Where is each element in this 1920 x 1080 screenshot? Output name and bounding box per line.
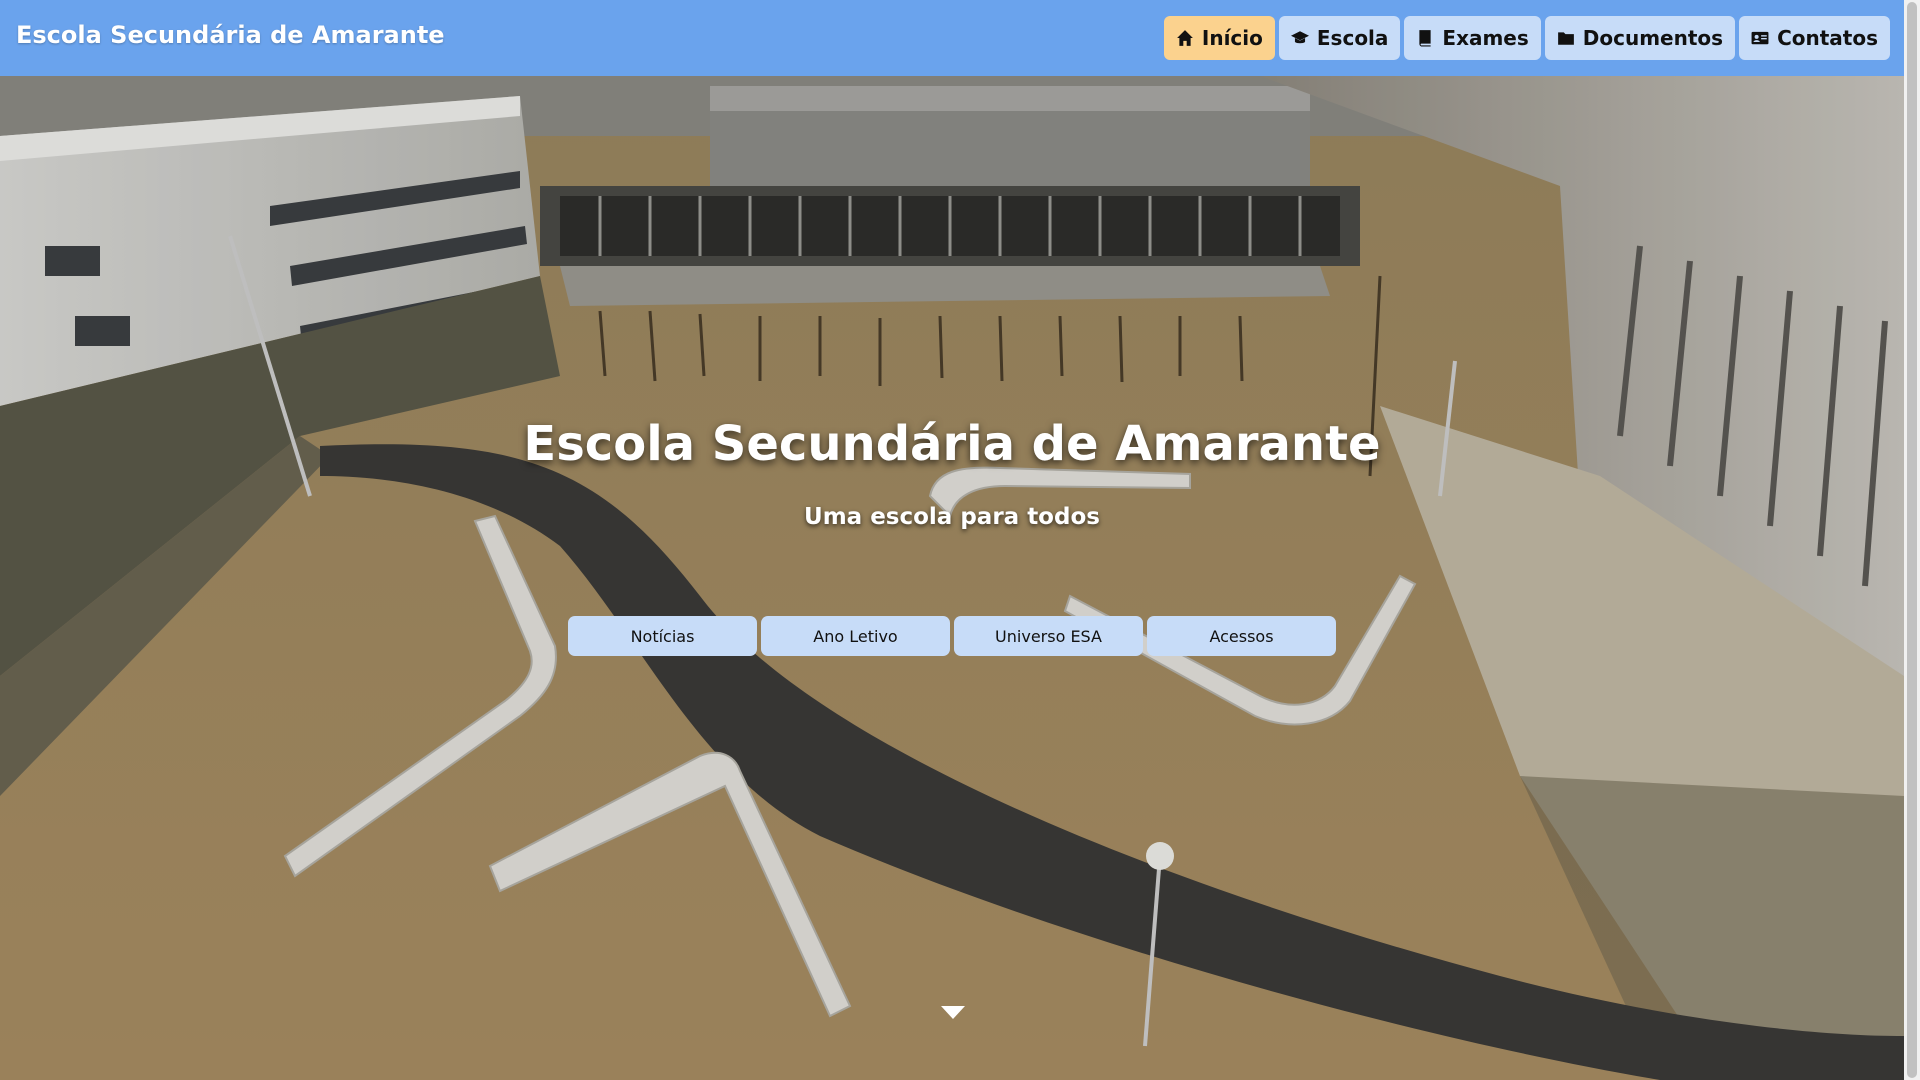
nav-item-label: Documentos xyxy=(1582,26,1724,50)
nav-item-label: Início xyxy=(1201,26,1263,50)
campus-photo xyxy=(0,76,1904,1080)
nav-item-escola[interactable]: Escola xyxy=(1278,16,1401,60)
ano-letivo-button[interactable]: Ano Letivo xyxy=(761,616,950,656)
nav-item-exames[interactable]: Exames xyxy=(1404,16,1541,60)
home-icon xyxy=(1176,29,1194,47)
top-navbar: Escola Secundária de Amarante Início Esc… xyxy=(0,0,1904,76)
page-scrollbar[interactable] xyxy=(1904,0,1920,1080)
nav-item-label: Escola xyxy=(1316,26,1389,50)
acessos-button[interactable]: Acessos xyxy=(1147,616,1336,656)
nav-item-contatos[interactable]: Contatos xyxy=(1739,16,1890,60)
scrollbar-thumb[interactable] xyxy=(1907,2,1917,1078)
chevron-down-icon[interactable] xyxy=(940,1004,966,1020)
universo-esa-button[interactable]: Universo ESA xyxy=(954,616,1143,656)
nav-item-label: Contatos xyxy=(1777,26,1878,50)
hero-subtitle: Uma escola para todos xyxy=(804,504,1100,530)
site-brand[interactable]: Escola Secundária de Amarante xyxy=(16,21,445,49)
book-icon xyxy=(1416,29,1434,47)
folder-icon xyxy=(1557,29,1575,47)
hero-button-group: Notícias Ano Letivo Universo ESA Acessos xyxy=(568,616,1336,656)
hero-title: Escola Secundária de Amarante xyxy=(523,416,1381,472)
graduation-cap-icon xyxy=(1290,29,1309,47)
nav-item-inicio[interactable]: Início xyxy=(1163,16,1275,60)
main-nav: Início Escola Exames Documentos Contatos xyxy=(1163,16,1890,60)
address-card-icon xyxy=(1751,29,1769,47)
hero-section: Escola Secundária de Amarante Uma escola… xyxy=(0,76,1904,1080)
nav-item-documentos[interactable]: Documentos xyxy=(1544,16,1736,60)
nav-item-label: Exames xyxy=(1442,26,1529,50)
noticias-button[interactable]: Notícias xyxy=(568,616,757,656)
